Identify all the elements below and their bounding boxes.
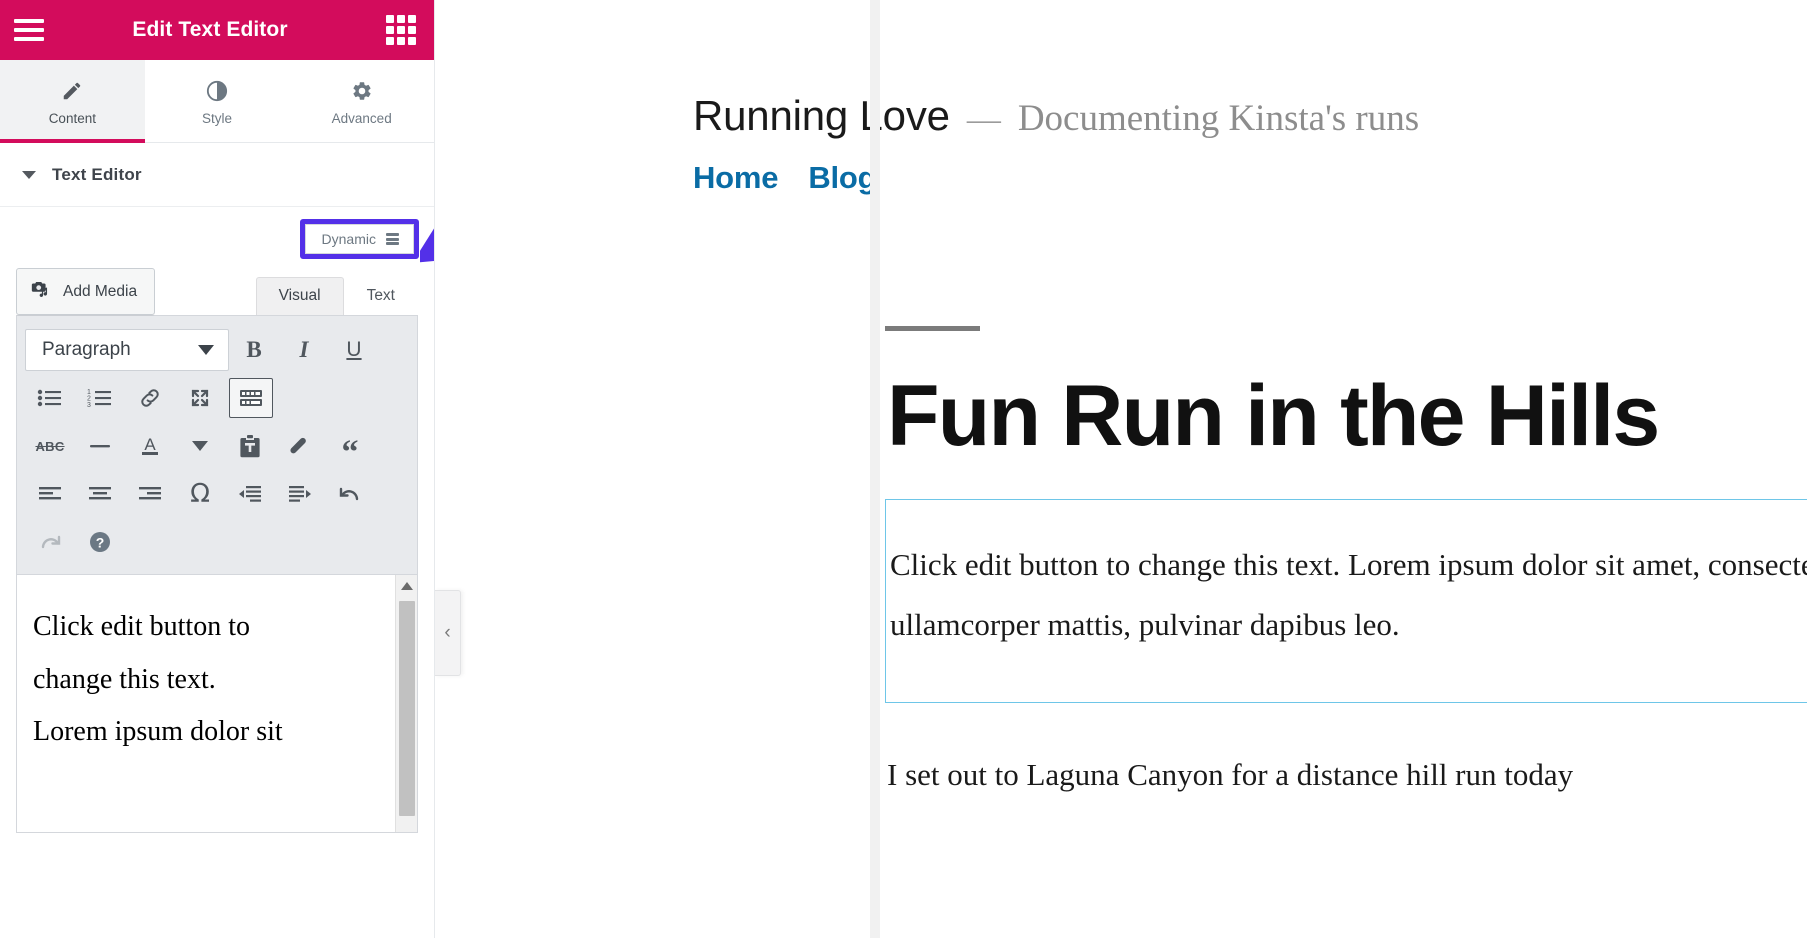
- contrast-icon: [206, 80, 228, 102]
- panel-collapse-handle[interactable]: ‹: [435, 590, 461, 676]
- help-icon[interactable]: ?: [75, 520, 125, 564]
- widget-paragraph-line-2: ullamcorper mattis, pulvinar dapibus leo…: [886, 595, 1807, 655]
- paste-as-text-icon[interactable]: [225, 424, 275, 468]
- italic-icon[interactable]: I: [279, 328, 329, 372]
- editor-toolbar: Paragraph B I U: [16, 315, 418, 575]
- editor-top-bar: Add Media Visual Text: [16, 265, 418, 315]
- tab-content-label: Content: [49, 111, 96, 126]
- toolbar-row-1: Paragraph B I U: [25, 326, 409, 374]
- camera-music-icon: [30, 278, 52, 305]
- panel-header: Edit Text Editor: [0, 0, 434, 60]
- chevron-down-icon: [198, 345, 214, 355]
- post-title[interactable]: Fun Run in the Hills: [887, 373, 1807, 459]
- blockquote-icon[interactable]: “: [325, 424, 375, 468]
- site-branding: Running Love — Documenting Kinsta's runs: [693, 92, 1807, 140]
- horizontal-rule-icon[interactable]: [75, 424, 125, 468]
- blockquote-glyph: “: [342, 440, 359, 453]
- scroll-up-arrow-icon[interactable]: [401, 582, 413, 590]
- elementor-settings-panel: Edit Text Editor Content: [0, 0, 435, 938]
- underline-icon[interactable]: U: [329, 328, 379, 372]
- panel-tabs: Content Style Advanced: [0, 60, 434, 143]
- bulleted-list-icon[interactable]: [25, 376, 75, 420]
- align-left-icon[interactable]: [25, 472, 75, 516]
- page-preview-canvas: Running Love — Documenting Kinsta's runs…: [435, 0, 1807, 938]
- grid-icon[interactable]: [386, 15, 416, 45]
- strikethrough-icon[interactable]: ABC: [25, 424, 75, 468]
- editor-line-1: Click edit button to: [33, 601, 395, 654]
- tab-advanced[interactable]: Advanced: [289, 60, 434, 142]
- page-title: Edit Text Editor: [34, 18, 386, 42]
- tab-style[interactable]: Style: [145, 60, 290, 142]
- toolbar-row-3: ABC A: [25, 422, 409, 470]
- italic-label: I: [300, 337, 309, 363]
- editor-scrollbar[interactable]: [395, 575, 417, 832]
- undo-icon[interactable]: [325, 472, 375, 516]
- elementor-editor-window: Edit Text Editor Content: [0, 0, 1807, 938]
- preview-scroll-track[interactable]: [870, 0, 880, 938]
- site-navigation: Home Blog: [693, 160, 1807, 196]
- indent-icon[interactable]: [275, 472, 325, 516]
- add-media-label: Add Media: [63, 283, 137, 301]
- nav-link-blog[interactable]: Blog: [808, 160, 876, 196]
- dynamic-control-row: Dynamic: [0, 207, 434, 265]
- tab-advanced-label: Advanced: [332, 111, 392, 126]
- divider-rule: [885, 326, 980, 331]
- editor-mode-tabs: Visual Text: [256, 277, 418, 315]
- fullscreen-icon[interactable]: [175, 376, 225, 420]
- toolbar-toggle-icon[interactable]: [229, 378, 273, 418]
- toolbar-row-4: Ω: [25, 470, 409, 518]
- align-right-icon[interactable]: [125, 472, 175, 516]
- editor-line-2: change this text.: [33, 654, 395, 707]
- format-select[interactable]: Paragraph: [25, 329, 229, 371]
- tab-text[interactable]: Text: [344, 277, 418, 315]
- caret-down-icon[interactable]: [22, 171, 36, 179]
- svg-text:?: ?: [96, 535, 105, 551]
- text-color-icon[interactable]: A: [125, 424, 175, 468]
- outdent-icon[interactable]: [225, 472, 275, 516]
- tab-style-label: Style: [202, 111, 232, 126]
- omega-glyph: Ω: [190, 479, 210, 509]
- widget-paragraph-line-1: Click edit button to change this text. L…: [886, 535, 1807, 595]
- scrollbar-thumb[interactable]: [399, 601, 415, 816]
- align-center-icon[interactable]: [75, 472, 125, 516]
- add-media-button[interactable]: Add Media: [16, 268, 155, 315]
- link-icon[interactable]: [125, 376, 175, 420]
- editor-line-3: Lorem ipsum dolor sit: [33, 706, 395, 759]
- dynamic-button-highlight: Dynamic: [300, 219, 419, 259]
- tab-content[interactable]: Content: [0, 60, 145, 142]
- strikethrough-label: ABC: [35, 439, 64, 454]
- section-text-editor-header[interactable]: Text Editor: [0, 143, 434, 207]
- pencil-icon: [61, 80, 83, 102]
- clear-formatting-icon[interactable]: [275, 424, 325, 468]
- section-title: Text Editor: [52, 165, 142, 185]
- dynamic-button-label: Dynamic: [322, 231, 376, 247]
- editor-content-area[interactable]: Click edit button to change this text. L…: [16, 575, 418, 833]
- tab-visual[interactable]: Visual: [256, 277, 344, 315]
- numbered-list-icon[interactable]: 1 2 3: [75, 376, 125, 420]
- database-stack-icon: [386, 233, 399, 245]
- special-character-icon[interactable]: Ω: [175, 472, 225, 516]
- format-select-value: Paragraph: [42, 339, 131, 361]
- gear-icon: [351, 80, 373, 102]
- post-body-text: I set out to Laguna Canyon for a distanc…: [887, 757, 1807, 793]
- site-separator: —: [950, 101, 1018, 139]
- wysiwyg-editor: Add Media Visual Text Paragraph B I U: [0, 265, 434, 833]
- selected-text-widget[interactable]: Click edit button to change this text. L…: [885, 499, 1807, 703]
- toolbar-row-2: 1 2 3: [25, 374, 409, 422]
- svg-text:3: 3: [87, 402, 91, 409]
- svg-text:A: A: [144, 435, 156, 454]
- toolbar-row-5: ?: [25, 518, 409, 566]
- chevron-left-icon: ‹: [444, 622, 450, 644]
- site-tagline: Documenting Kinsta's runs: [1018, 97, 1419, 140]
- redo-icon[interactable]: [25, 520, 75, 564]
- nav-link-home[interactable]: Home: [693, 160, 778, 196]
- color-chevron-icon[interactable]: [175, 424, 225, 468]
- bold-icon[interactable]: B: [229, 328, 279, 372]
- site-header: Running Love — Documenting Kinsta's runs…: [435, 0, 1807, 196]
- underline-label: U: [346, 338, 361, 362]
- site-title[interactable]: Running Love: [693, 92, 950, 140]
- bold-label: B: [246, 337, 261, 363]
- dynamic-button[interactable]: Dynamic: [305, 224, 414, 254]
